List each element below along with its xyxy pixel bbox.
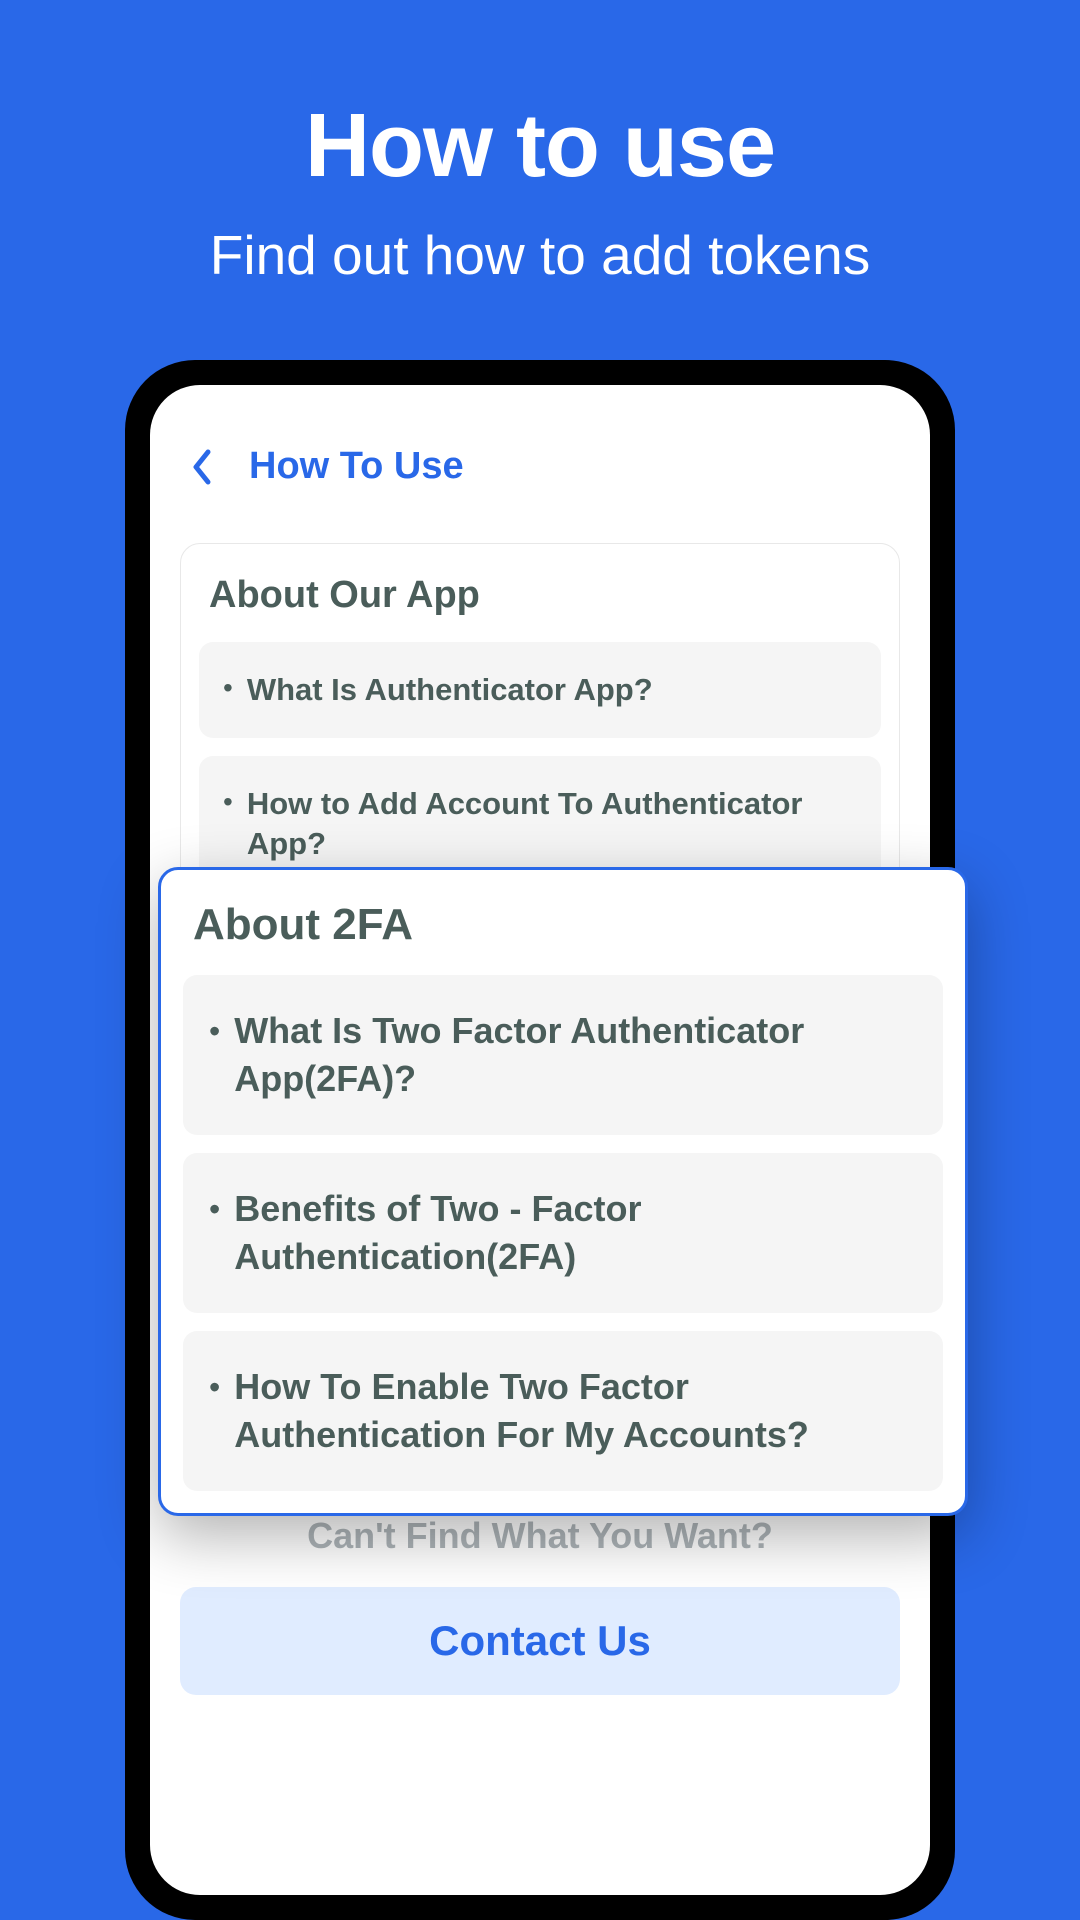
bullet-icon: • [209, 1185, 220, 1233]
faq-item[interactable]: • How To Enable Two Factor Authenticatio… [183, 1331, 943, 1491]
contact-us-button[interactable]: Contact Us [180, 1587, 900, 1695]
hero-section: How to use Find out how to add tokens [0, 0, 1080, 287]
faq-item[interactable]: • What Is Authenticator App? [199, 642, 881, 738]
section-about-2fa: About 2FA • What Is Two Factor Authentic… [158, 867, 968, 1516]
faq-item-text: How to Add Account To Authenticator App? [247, 784, 857, 864]
faq-item-text: What Is Two Factor Authenticator App(2FA… [234, 1007, 917, 1103]
section-title-about-2fa: About 2FA [183, 900, 943, 950]
nav-title: How To Use [249, 445, 464, 488]
faq-item-text: What Is Authenticator App? [247, 670, 653, 710]
bullet-icon: • [209, 1363, 220, 1411]
faq-item[interactable]: • What Is Two Factor Authenticator App(2… [183, 975, 943, 1135]
bullet-icon: • [223, 670, 233, 706]
back-icon[interactable] [190, 448, 214, 486]
section-title-about-app: About Our App [199, 574, 881, 617]
bullet-icon: • [223, 784, 233, 820]
faq-item-text: Benefits of Two - Factor Authentication(… [234, 1185, 917, 1281]
hero-title: How to use [0, 95, 1080, 198]
bullet-icon: • [209, 1007, 220, 1055]
faq-item[interactable]: • Benefits of Two - Factor Authenticatio… [183, 1153, 943, 1313]
footer-prompt: Can't Find What You Want? [180, 1515, 900, 1557]
nav-header: How To Use [180, 445, 900, 488]
phone-frame: How To Use About Our App • What Is Authe… [125, 360, 955, 1920]
faq-item-text: How To Enable Two Factor Authentication … [234, 1363, 917, 1459]
phone-screen: How To Use About Our App • What Is Authe… [150, 385, 930, 1895]
hero-subtitle: Find out how to add tokens [0, 223, 1080, 287]
footer-section: Can't Find What You Want? Contact Us [180, 1515, 900, 1695]
